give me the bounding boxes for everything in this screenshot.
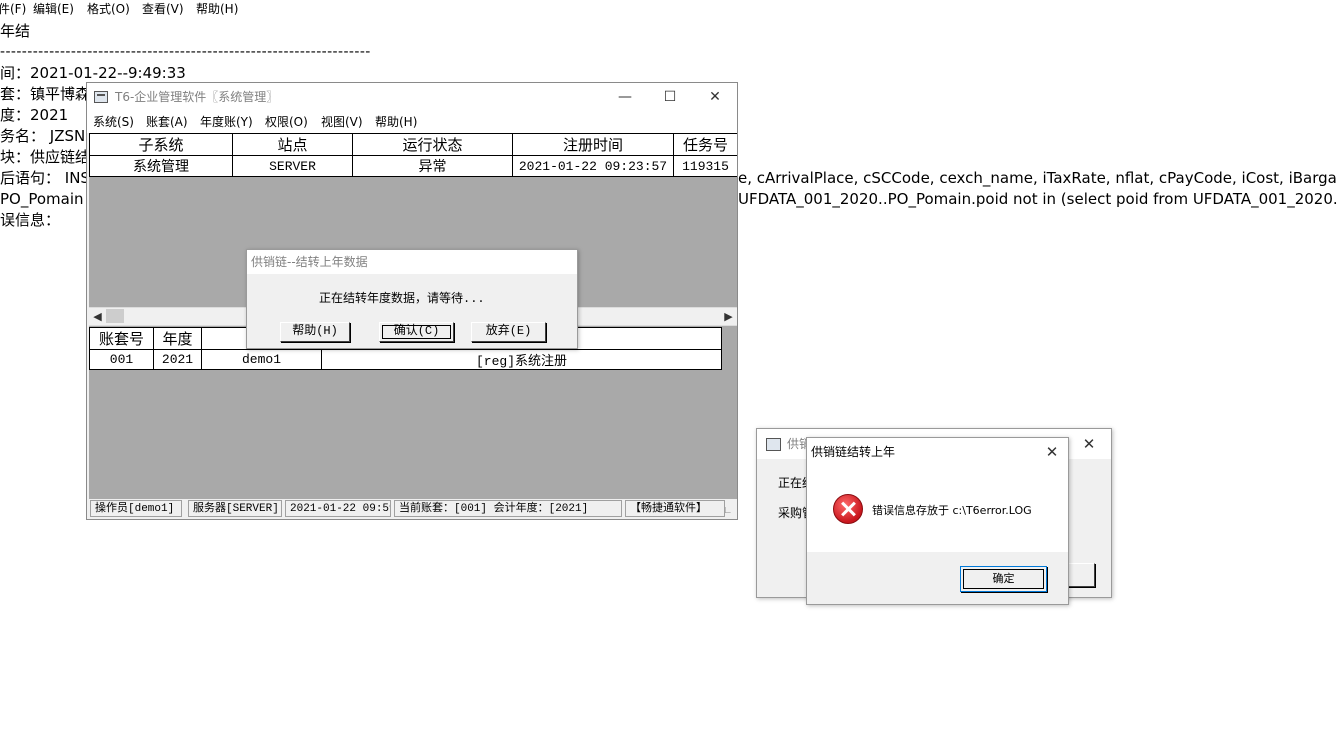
carryover-progress-dialog: 供销链--结转上年数据 正在结转年度数据，请等待... 帮助(H) 确认(C) …	[246, 249, 578, 349]
help-button[interactable]: 帮助(H)	[280, 322, 350, 342]
col-site[interactable]: 站点	[232, 133, 353, 156]
menu-account-set[interactable]: 账套(A)	[146, 112, 188, 133]
status-datetime: 2021-01-22 09:59	[285, 500, 391, 517]
account-grid-area: 账套号 年度 操 001 2021 demo1 [reg]系统注册	[89, 326, 737, 499]
notepad-line-title: 年结	[0, 22, 31, 40]
cell-account-no: 001	[89, 349, 154, 370]
window-icon	[766, 438, 781, 451]
minimize-icon[interactable]: —	[602, 83, 648, 112]
notepad-line-statement: 后语句： INS	[0, 169, 90, 187]
notepad-sql-condition: UFDATA_001_2020..PO_Pomain.poid not in (…	[738, 190, 1338, 208]
confirm-button[interactable]: 确认(C)	[379, 322, 454, 342]
notepad-menu-view[interactable]: 查看(V)	[142, 0, 184, 18]
error-message: 错误信息存放于 c:\T6error.LOG	[872, 504, 1032, 517]
notepad-menu-file[interactable]: 件(F)	[0, 0, 26, 18]
notepad-line-error: 误信息：	[0, 211, 61, 229]
notepad-line-module: 块：供应链结	[0, 148, 91, 166]
notepad-line-pomain: PO_Pomain	[0, 190, 84, 208]
col-run-state[interactable]: 运行状态	[352, 133, 513, 156]
scrollbar-thumb[interactable]	[106, 309, 124, 323]
close-icon[interactable]: ✕	[692, 83, 737, 112]
ok-button[interactable]: 确定	[960, 566, 1047, 592]
status-brand: 【畅捷通软件】	[625, 500, 725, 517]
menu-help[interactable]: 帮助(H)	[375, 112, 417, 133]
cell-register-time: 2021-01-22 09:23:57	[512, 155, 674, 177]
col-year[interactable]: 年度	[153, 327, 202, 350]
table-row[interactable]: 001 2021 demo1 [reg]系统注册	[89, 349, 722, 370]
status-bar: 操作员[demo1] 服务器[SERVER] 2021-01-22 09:59 …	[89, 500, 737, 519]
subsystem-table-header: 子系统 站点 运行状态 注册时间 任务号	[89, 133, 737, 156]
notepad-menubar: 件(F) 编辑(E) 格式(O) 查看(V) 帮助(H)	[0, 0, 1338, 18]
close-icon[interactable]: ✕	[1041, 438, 1063, 466]
status-account: 当前账套：[001] 会计年度：[2021]	[394, 500, 622, 517]
cell-operator: demo1	[201, 349, 322, 370]
menu-year-account[interactable]: 年度账(Y)	[200, 112, 253, 133]
notepad-line-account: 套：镇平博森	[0, 85, 91, 103]
cell-description: [reg]系统注册	[321, 349, 722, 370]
notepad-menu-help[interactable]: 帮助(H)	[196, 0, 238, 18]
error-icon	[833, 494, 863, 524]
t6-menubar: 系统(S) 账套(A) 年度账(Y) 权限(O) 视图(V) 帮助(H)	[87, 112, 737, 133]
status-operator: 操作员[demo1]	[90, 500, 182, 517]
table-row[interactable]: 系统管理 SERVER 异常 2021-01-22 09:23:57 11931…	[89, 155, 737, 177]
col-register-time[interactable]: 注册时间	[512, 133, 674, 156]
cell-subsystem: 系统管理	[89, 155, 233, 177]
cell-task-no: 119315	[673, 155, 737, 177]
error-dialog-title[interactable]: 供销链结转上年	[807, 438, 1068, 466]
notepad-line-service: 务名： JZSN	[0, 127, 86, 145]
error-dialog: 供销链结转上年 ✕ 错误信息存放于 c:\T6error.LOG 确定	[806, 437, 1069, 605]
t6-window-title: T6-企业管理软件〖系统管理〗	[115, 90, 279, 104]
notepad-menu-edit[interactable]: 编辑(E)	[33, 0, 74, 18]
menu-permissions[interactable]: 权限(O)	[265, 112, 308, 133]
col-task-no[interactable]: 任务号	[673, 133, 737, 156]
scroll-left-icon[interactable]: ◀	[89, 308, 106, 325]
menu-system[interactable]: 系统(S)	[93, 112, 134, 133]
progress-message: 正在结转年度数据，请等待...	[319, 292, 485, 306]
notepad-sql-columns: e, cArrivalPlace, cSCCode, cexch_name, i…	[738, 169, 1337, 187]
t6-title-bar[interactable]: T6-企业管理软件〖系统管理〗 — ☐ ✕	[87, 83, 737, 112]
col-subsystem[interactable]: 子系统	[89, 133, 233, 156]
subsystem-table: 子系统 站点 运行状态 注册时间 任务号 系统管理 SERVER 异常 2021…	[89, 133, 737, 177]
notepad-line-time: 间：2021-01-22--9:49:33	[0, 64, 186, 82]
menu-view[interactable]: 视图(V)	[321, 112, 363, 133]
notepad-menu-format[interactable]: 格式(O)	[87, 0, 130, 18]
maximize-icon[interactable]: ☐	[647, 83, 693, 112]
abandon-button[interactable]: 放弃(E)	[471, 322, 546, 342]
background-dialog-close-icon[interactable]: ✕	[1075, 429, 1103, 459]
scroll-right-icon[interactable]: ▶	[720, 308, 737, 325]
cell-year: 2021	[153, 349, 202, 370]
progress-dialog-title[interactable]: 供销链--结转上年数据	[247, 250, 577, 274]
status-server: 服务器[SERVER]	[188, 500, 282, 517]
cell-site: SERVER	[232, 155, 353, 177]
resize-grip-icon[interactable]: ∟	[725, 507, 735, 517]
error-dialog-body: 错误信息存放于 c:\T6error.LOG	[807, 466, 1068, 552]
app-icon	[94, 91, 108, 103]
notepad-line-year: 度：2021	[0, 106, 69, 124]
col-account-no[interactable]: 账套号	[89, 327, 154, 350]
cell-run-state: 异常	[352, 155, 513, 177]
notepad-line-separator: ----------------------------------------…	[0, 44, 371, 60]
